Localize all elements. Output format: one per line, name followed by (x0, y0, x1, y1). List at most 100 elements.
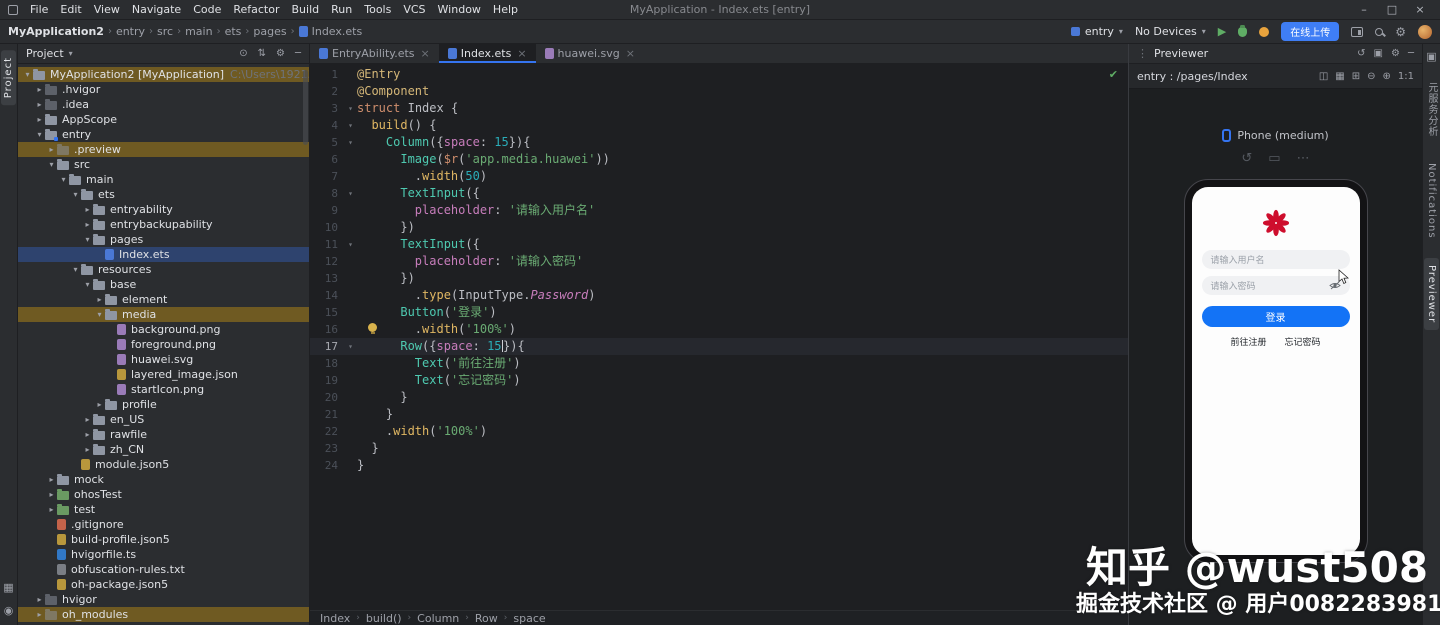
device-frame-icon[interactable]: ▭ (1268, 151, 1280, 166)
tool-tab-notifications[interactable]: Notifications (1424, 156, 1439, 246)
tree-item-appscope[interactable]: ▸ AppScope (18, 112, 309, 127)
code-line-12[interactable]: 12 placeholder: '请输入密码' (310, 253, 1128, 270)
code-line-2[interactable]: 2 @Component (310, 83, 1128, 100)
zoom-out-icon[interactable]: ⊖ (1367, 71, 1375, 82)
fold-icon[interactable]: ▾ (344, 185, 357, 202)
forgot-password-link[interactable]: 忘记密码 (1285, 335, 1321, 348)
username-input[interactable]: 请输入用户名 (1201, 250, 1350, 269)
preview-device-selector[interactable]: Phone (medium) (1222, 129, 1329, 142)
tree-item-myapplication2-myapplication[interactable]: ▾ MyApplication2 [MyApplication] C:\Users\… (18, 67, 309, 82)
menu-tools[interactable]: Tools (358, 3, 397, 16)
tree-item-obfuscation-rules-txt[interactable]: obfuscation-rules.txt (18, 562, 309, 577)
tree-item-module-json5[interactable]: module.json5 (18, 457, 309, 472)
rotate-icon[interactable]: ↺ (1241, 151, 1252, 166)
code-line-21[interactable]: 21 } (310, 406, 1128, 423)
menu-navigate[interactable]: Navigate (126, 3, 187, 16)
collapse-icon[interactable]: ▾ (82, 235, 93, 244)
tree-item-element[interactable]: ▸ element (18, 292, 309, 307)
tree-item-huawei-svg[interactable]: huawei.svg (18, 352, 309, 367)
code-line-11[interactable]: 11 ▾ TextInput({ (310, 236, 1128, 253)
grid-icon[interactable]: ▦ (1335, 71, 1344, 82)
expand-icon[interactable]: ▸ (94, 295, 105, 304)
collapse-icon[interactable]: ▾ (82, 280, 93, 289)
fold-icon[interactable]: ▾ (344, 117, 357, 134)
tool-tab-previewer[interactable]: Previewer (1424, 257, 1439, 330)
expand-icon[interactable]: ▸ (82, 205, 93, 214)
tree-item-foreground-png[interactable]: foreground.png (18, 337, 309, 352)
crumb-src[interactable]: src (157, 25, 173, 38)
tree-item-ets[interactable]: ▾ ets (18, 187, 309, 202)
expand-icon[interactable]: ▸ (46, 145, 57, 154)
run-button[interactable]: ▶ (1218, 25, 1226, 38)
menu-code[interactable]: Code (187, 3, 227, 16)
code-line-14[interactable]: 14 .type(InputType.Password) (310, 287, 1128, 304)
expand-icon[interactable]: ▸ (46, 490, 57, 499)
menu-run[interactable]: Run (325, 3, 358, 16)
more-icon[interactable]: ⋯ (1297, 151, 1310, 166)
tree-item-build-profile-json5[interactable]: build-profile.json5 (18, 532, 309, 547)
fold-icon[interactable]: ▾ (344, 236, 357, 253)
code-line-8[interactable]: 8 ▾ TextInput({ (310, 185, 1128, 202)
expand-icon[interactable]: ▸ (34, 115, 45, 124)
expand-icon[interactable]: ▸ (34, 100, 45, 109)
menu-refactor[interactable]: Refactor (227, 3, 285, 16)
login-button[interactable]: 登录 (1201, 306, 1350, 327)
breadcrumb-column[interactable]: Column (417, 612, 459, 625)
tree-item-zh-cn[interactable]: ▸ zh_CN (18, 442, 309, 457)
tree-item-pages[interactable]: ▾ pages (18, 232, 309, 247)
tree-item-hvigor[interactable]: ▸ hvigor (18, 592, 309, 607)
tree-item-ohostest[interactable]: ▸ ohosTest (18, 487, 309, 502)
collapse-icon[interactable]: ▾ (34, 130, 45, 139)
tree-item-oh-modules[interactable]: ▸ oh_modules (18, 607, 309, 622)
crumb-myapplication2[interactable]: MyApplication2 (8, 25, 104, 38)
code-line-16[interactable]: 16 .width('100%') (310, 321, 1128, 338)
tab-index-ets[interactable]: Index.ets × (438, 44, 536, 63)
crumb-main[interactable]: main (185, 25, 212, 38)
device-manager-icon[interactable] (1351, 26, 1364, 37)
menu-file[interactable]: File (24, 3, 54, 16)
code-line-10[interactable]: 10 }) (310, 219, 1128, 236)
user-avatar[interactable] (1418, 24, 1432, 39)
close-icon[interactable]: × (517, 47, 526, 60)
zoom-in-icon[interactable]: ⊕ (1383, 71, 1391, 82)
tree-item-entry[interactable]: ▾ entry (18, 127, 309, 142)
code-line-5[interactable]: 5 ▾ Column({space: 15}){ (310, 134, 1128, 151)
tool-tab-[interactable]: 元服务分析 (1422, 75, 1440, 144)
collapse-icon[interactable]: ▾ (46, 160, 57, 169)
collapse-icon[interactable]: ▾ (58, 175, 69, 184)
inspect-icon[interactable]: ⊞ (1352, 71, 1360, 82)
project-view-selector[interactable]: Project ▾ (26, 47, 73, 60)
settings-gear-icon[interactable]: ⚙ (1395, 25, 1406, 39)
tab-entryability-ets[interactable]: EntryAbility.ets × (310, 44, 439, 63)
password-input[interactable]: 请输入密码 (1201, 276, 1350, 295)
menu-build[interactable]: Build (286, 3, 326, 16)
expand-icon[interactable]: ▸ (34, 595, 45, 604)
expand-icon[interactable]: ▸ (94, 400, 105, 409)
tree-item-hvigor[interactable]: ▸ .hvigor (18, 82, 309, 97)
collapse-icon[interactable]: ▾ (70, 190, 81, 199)
register-link[interactable]: 前往注册 (1230, 335, 1266, 348)
tree-item-rawfile[interactable]: ▸ rawfile (18, 427, 309, 442)
fold-icon[interactable]: ▾ (344, 134, 357, 151)
cloud-upload-button[interactable]: 在线上传 (1281, 22, 1340, 41)
tree-item-media[interactable]: ▾ media (18, 307, 309, 322)
code-line-17[interactable]: 17 ▾ Row({space: 15}){ (310, 338, 1128, 355)
search-everywhere-icon[interactable] (1375, 27, 1384, 36)
code-line-3[interactable]: 3 ▾ struct Index { (310, 100, 1128, 117)
crumb-entry[interactable]: entry (116, 25, 145, 38)
multi-preview-icon[interactable]: ◫ (1319, 71, 1328, 82)
code-line-1[interactable]: 1 @Entry (310, 66, 1128, 83)
tree-item-layered-image-json[interactable]: layered_image.json (18, 367, 309, 382)
breadcrumb-build[interactable]: build() (366, 612, 402, 625)
menu-vcs[interactable]: VCS (397, 3, 431, 16)
code-line-6[interactable]: 6 Image($r('app.media.huawei')) (310, 151, 1128, 168)
minimize-button[interactable]: – (1350, 3, 1378, 16)
intention-bulb-icon[interactable] (368, 323, 377, 334)
expand-icon[interactable]: ▸ (82, 220, 93, 229)
panel-options-icon[interactable]: ⚙ (276, 48, 285, 59)
debug-button[interactable] (1238, 24, 1248, 37)
collapse-icon[interactable]: ▾ (22, 70, 33, 79)
hide-panel-icon[interactable]: ─ (295, 48, 301, 59)
collapse-icon[interactable]: ▾ (70, 265, 81, 274)
zoom-ratio-label[interactable]: 1:1 (1398, 71, 1414, 82)
